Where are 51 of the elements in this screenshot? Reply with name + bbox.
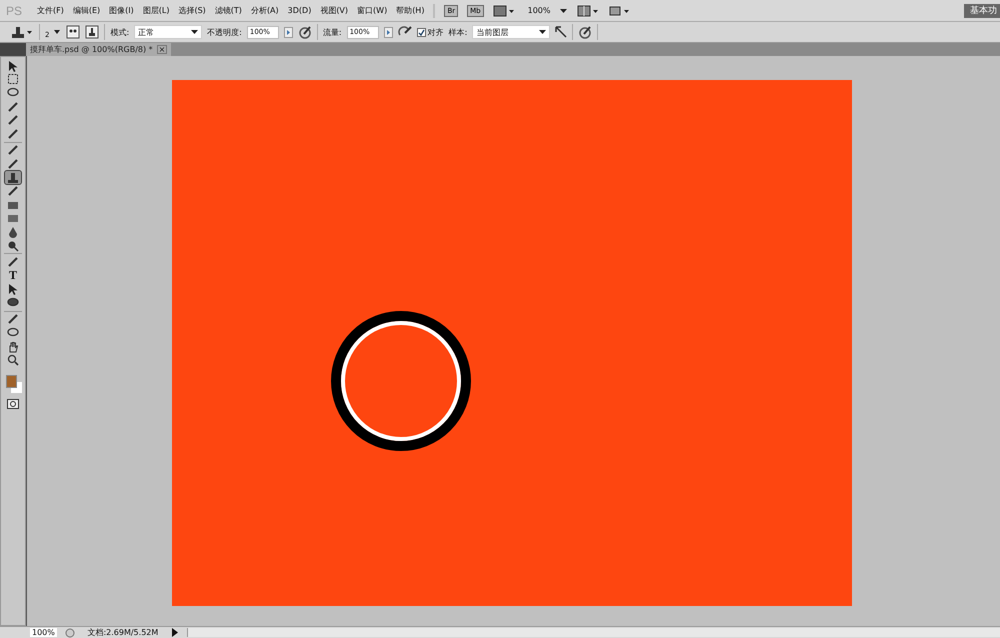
pressure-icon[interactable] — [298, 25, 312, 39]
menu-item[interactable]: 文件(F) — [37, 5, 64, 16]
caret-icon — [539, 30, 546, 34]
menu-item[interactable]: 窗口(W) — [357, 5, 388, 16]
horizontal-scrollbar[interactable] — [186, 628, 1000, 637]
export-icon[interactable] — [64, 628, 75, 638]
stepper-icon[interactable] — [284, 26, 293, 38]
zoom-dropdown[interactable]: 100% — [528, 6, 550, 15]
mode-dropdown[interactable]: 正常 — [134, 25, 202, 39]
menu-item[interactable]: 选择(S) — [178, 5, 206, 16]
workspace-button[interactable]: 基本功 — [964, 4, 1000, 18]
menu-item[interactable]: 3D(D) — [288, 6, 312, 15]
menu-item[interactable]: 图层(L) — [142, 5, 170, 16]
caret-icon — [54, 29, 62, 35]
menu-item[interactable]: 视图(V) — [320, 5, 348, 16]
menu-item[interactable]: 编辑(E) — [72, 5, 100, 16]
arrange-icon[interactable] — [576, 4, 598, 16]
clone-source-icon[interactable] — [85, 25, 100, 39]
document-size: 文档:2.69M/5.52M — [86, 627, 160, 638]
menu-item[interactable]: 滤镜(T) — [214, 5, 242, 16]
ignore-layers-icon[interactable] — [555, 26, 568, 38]
type-tool[interactable]: T — [5, 268, 21, 282]
stamp-icon[interactable] — [5, 170, 21, 184]
brush-panel-icon[interactable] — [66, 25, 80, 39]
zoom-icon[interactable] — [5, 353, 21, 368]
screen-mode-icon[interactable] — [492, 4, 515, 16]
stamp-icon[interactable] — [10, 25, 34, 39]
sample-dropdown[interactable]: 当前图层 — [472, 25, 550, 39]
quick-mask-icon[interactable] — [7, 399, 19, 410]
menu-item[interactable]: 分析(A) — [250, 5, 279, 16]
menu-item[interactable]: 图像(I) — [109, 5, 134, 16]
play-icon[interactable] — [170, 628, 179, 637]
close-icon[interactable]: × — [156, 45, 168, 54]
sample-label: 样本: — [448, 26, 468, 38]
fullscreen-icon[interactable] — [608, 4, 630, 16]
background-swatch[interactable] — [11, 382, 22, 394]
marquee-icon[interactable] — [5, 72, 21, 86]
opacity-label: 不透明度: — [207, 26, 242, 38]
caret-icon — [191, 30, 198, 34]
stepper-icon[interactable] — [384, 26, 393, 38]
menu-item[interactable]: 帮助(H) — [396, 5, 424, 16]
pressure-icon[interactable] — [578, 25, 592, 39]
zoom-level[interactable]: 100% — [30, 628, 57, 637]
mode-label: 模式: — [110, 26, 130, 38]
app-logo: PS — [6, 4, 22, 18]
checkmark-icon — [418, 28, 425, 36]
flow-label: 流量: — [322, 26, 342, 38]
aligned-checkbox[interactable]: 对齐 — [416, 26, 444, 38]
document-tab[interactable]: 摸拜单车.psd @ 100%(RGB/8) * × — [26, 43, 172, 56]
caret-icon — [560, 8, 568, 14]
foreground-swatch[interactable] — [6, 375, 17, 388]
